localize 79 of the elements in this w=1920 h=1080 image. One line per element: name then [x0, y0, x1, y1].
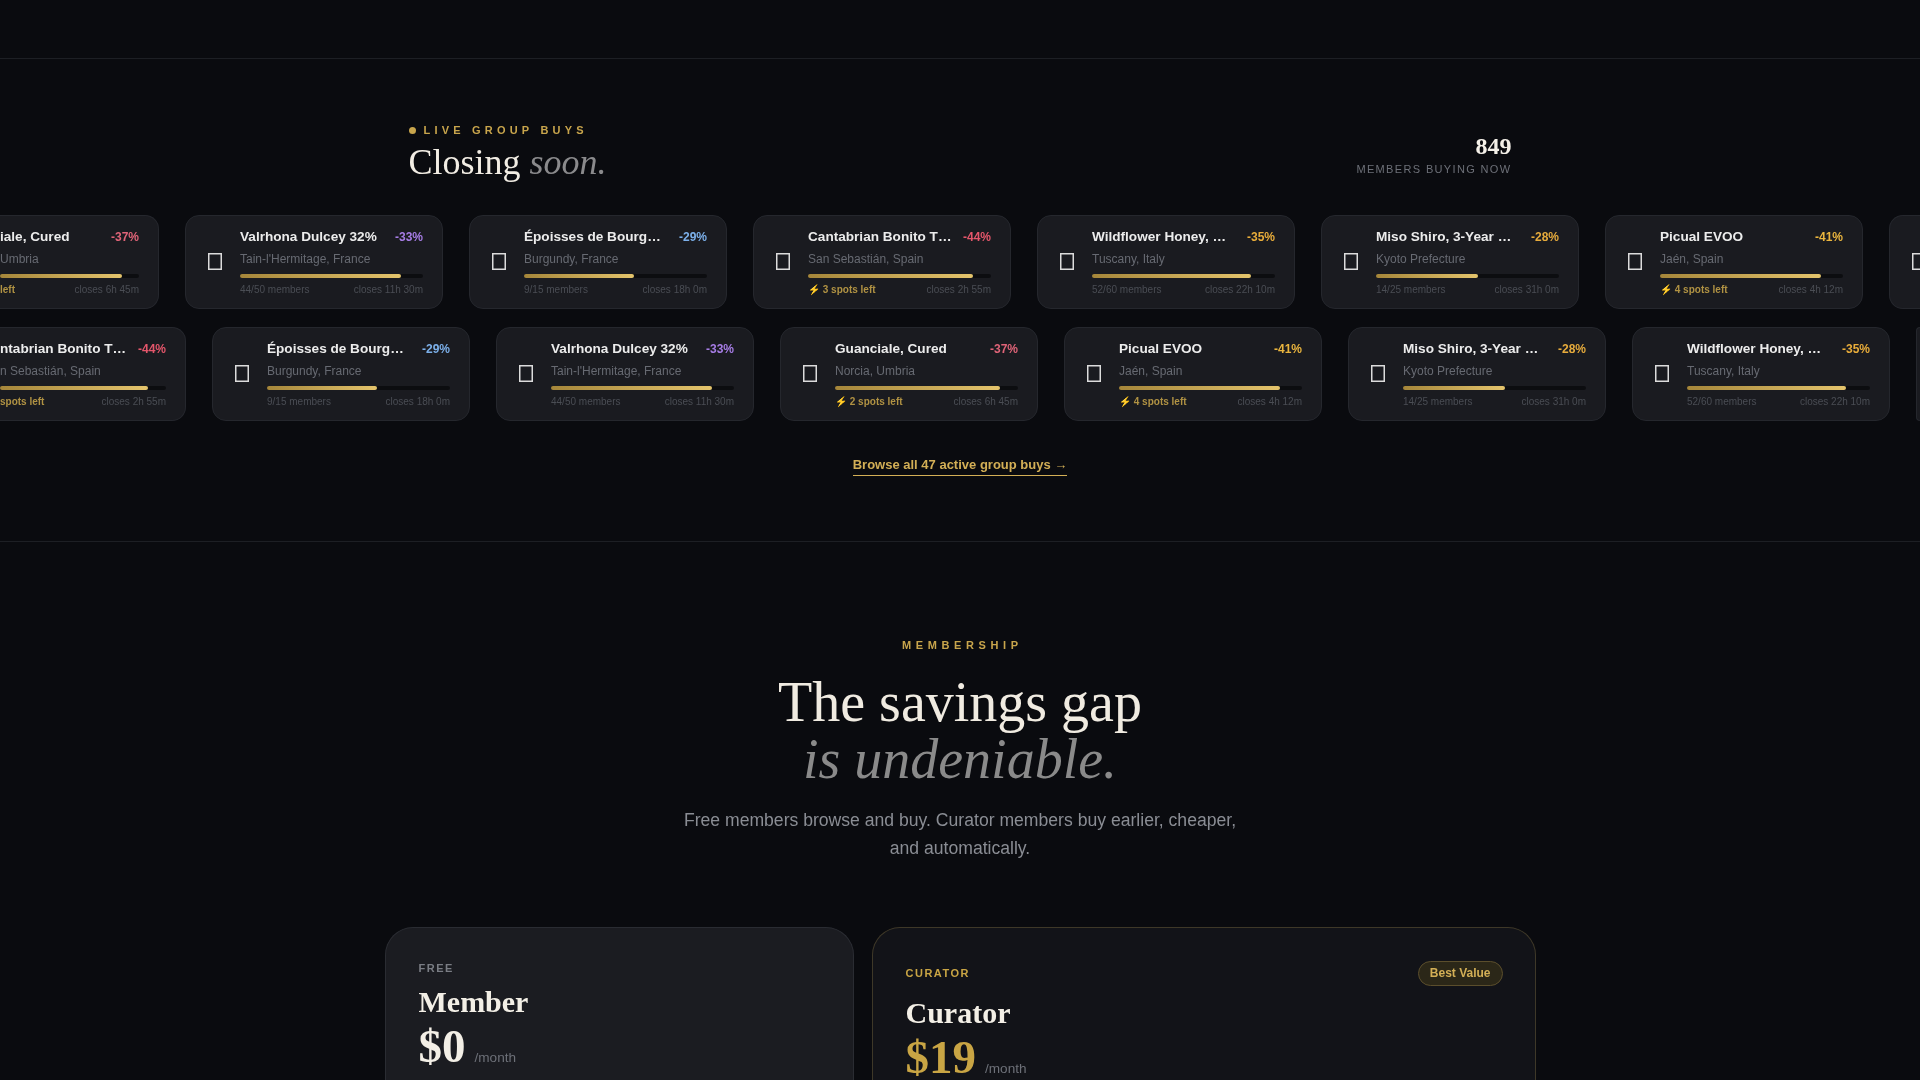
product-origin: Burgundy, France	[524, 251, 619, 267]
product-title: iale, Cured	[0, 227, 70, 245]
plan-price: $19	[905, 1031, 976, 1080]
product-title: Picual EVOO	[1119, 339, 1203, 357]
product-origin: Jaén, Spain	[1119, 363, 1183, 379]
product-card[interactable]	[1889, 214, 1920, 309]
discount-label: -44%	[138, 340, 166, 358]
discount-label: -35%	[1842, 340, 1870, 358]
section-title: Closing soon.	[408, 143, 607, 183]
plan-name: Member	[418, 983, 529, 1020]
plan-tier-label: CURATOR	[905, 966, 970, 981]
product-title: ntabrian Bonito T…	[0, 339, 127, 357]
rectangle-icon	[208, 253, 222, 271]
spots-left-text: ⚡ 4 spots left	[1119, 394, 1187, 408]
discount-label: -37%	[990, 340, 1018, 358]
discount-label: -41%	[1815, 228, 1843, 246]
section-heading: The savings gap is undeniable.	[778, 673, 1142, 788]
product-origin: Jaén, Spain	[1660, 251, 1724, 267]
discount-label: -28%	[1558, 340, 1586, 358]
section-subtitle: Free members browse and buy. Curator members buy earlier, cheaper, and automatically.	[682, 808, 1238, 860]
product-origin: n Sebastián, Spain	[0, 363, 101, 379]
discount-label: -33%	[395, 228, 423, 246]
stat-value: 849	[1475, 132, 1512, 159]
discount-label: -29%	[679, 228, 707, 246]
product-title: Valrhona Dulcey 32%	[240, 227, 377, 245]
discount-label: -35%	[1247, 228, 1275, 246]
plan-tier-label: FREE	[418, 960, 454, 975]
product-origin: Burgundy, France	[267, 363, 362, 379]
product-origin: Tuscany, Italy	[1092, 251, 1165, 267]
section-eyebrow: LIVE GROUP BUYS	[423, 123, 588, 137]
product-origin: Tain-l'Hermitage, France	[551, 363, 682, 379]
product-title: Valrhona Dulcey 32%	[551, 339, 688, 357]
rectangle-icon	[1087, 365, 1101, 383]
dot-icon	[408, 126, 416, 134]
rectangle-icon	[1344, 253, 1358, 271]
spots-left-text: ⚡ 2 spots left	[835, 394, 903, 408]
product-title: Picual EVOO	[1660, 227, 1744, 245]
product-origin: Umbria	[0, 251, 39, 267]
spots-left-text: ⚡ 4 spots left	[1660, 282, 1728, 296]
price-period: /month	[985, 1060, 1027, 1076]
product-title: Miso Shiro, 3-Year …	[1376, 227, 1512, 245]
plan-name: Curator	[905, 994, 1011, 1031]
rectangle-icon	[235, 365, 249, 383]
product-title: Guanciale, Cured	[835, 339, 947, 357]
rectangle-icon	[1628, 253, 1642, 271]
stat-label: MEMBERS BUYING NOW	[1356, 161, 1512, 176]
rectangle-icon	[1371, 365, 1385, 383]
rectangle-icon	[1655, 365, 1669, 383]
browse-link[interactable]: Browse all 47 active group buys →	[852, 456, 1068, 476]
rectangle-icon	[1060, 253, 1074, 271]
product-title: Cantabrian Bonito T…	[808, 227, 952, 245]
product-origin: Tuscany, Italy	[1687, 363, 1760, 379]
product-title: Miso Shiro, 3-Year …	[1403, 339, 1539, 357]
spots-left-text: left	[0, 282, 15, 296]
product-title: Wildflower Honey, …	[1687, 339, 1822, 357]
price-period: /month	[474, 1049, 517, 1065]
product-origin: Kyoto Prefecture	[1403, 363, 1493, 379]
product-title: Époisses de Bourg…	[267, 339, 404, 357]
product-origin: San Sebastián, Spain	[808, 251, 924, 267]
product-origin: Norcia, Umbria	[835, 363, 915, 379]
discount-label: -41%	[1274, 340, 1302, 358]
discount-label: -37%	[111, 228, 139, 246]
product-origin: Kyoto Prefecture	[1376, 251, 1466, 267]
spots-left-text: ⚡ 3 spots left	[808, 282, 876, 296]
discount-label: -44%	[963, 228, 991, 246]
discount-label: -28%	[1531, 228, 1559, 246]
section-eyebrow: MEMBERSHIP	[901, 637, 1023, 652]
spots-left-text: spots left	[0, 394, 45, 408]
plan-price: $0	[418, 1020, 466, 1071]
rectangle-icon	[803, 365, 817, 383]
product-title: Époisses de Bourg…	[524, 227, 661, 245]
product-origin: Tain-l'Hermitage, France	[240, 251, 371, 267]
rectangle-icon	[776, 253, 790, 271]
best-value-badge: Best Value	[1417, 960, 1503, 986]
product-title: Wildflower Honey, …	[1092, 227, 1227, 245]
rectangle-icon	[519, 365, 533, 383]
discount-label: -33%	[706, 340, 734, 358]
discount-label: -29%	[422, 340, 450, 358]
rectangle-icon	[492, 253, 506, 271]
